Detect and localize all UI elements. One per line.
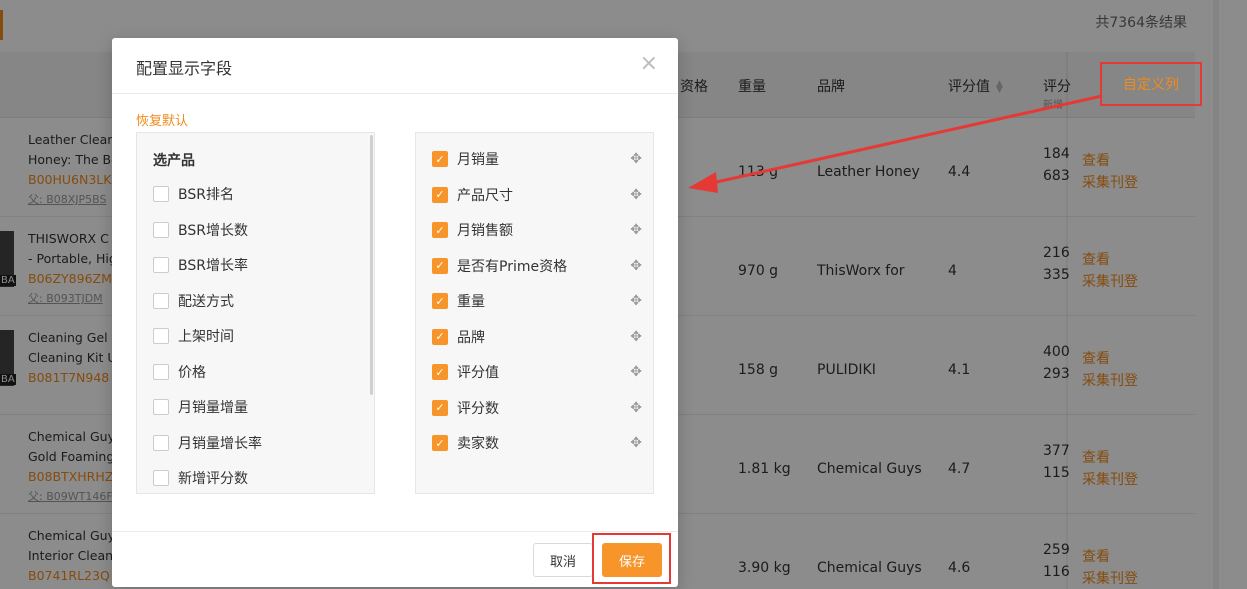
checkbox[interactable] xyxy=(153,434,169,451)
available-field-option[interactable]: 月销量增量 xyxy=(153,397,248,417)
checkbox-checked[interactable]: ✓ xyxy=(432,186,448,203)
drag-handle-icon[interactable]: ✥ xyxy=(630,400,642,416)
checkbox[interactable] xyxy=(153,292,169,309)
field-label: 评分数 xyxy=(457,400,499,417)
drag-handle-icon[interactable]: ✥ xyxy=(630,329,642,345)
selected-field-item[interactable]: ✓ 评分数 ✥ xyxy=(432,398,642,418)
available-field-option[interactable]: 月销量增长率 xyxy=(153,433,262,453)
available-field-option[interactable]: BSR排名 xyxy=(153,184,234,204)
checkbox[interactable] xyxy=(153,328,169,344)
checkbox[interactable] xyxy=(153,470,169,486)
field-label: 价格 xyxy=(178,364,206,381)
checkbox[interactable] xyxy=(153,221,169,238)
available-field-option[interactable]: 新增评分数 xyxy=(153,468,248,488)
field-label: BSR排名 xyxy=(178,187,234,203)
field-label: 月销量增量 xyxy=(178,400,248,416)
selected-field-item[interactable]: ✓ 月销售额 ✥ xyxy=(432,220,642,240)
available-field-option[interactable]: BSR增长数 xyxy=(153,220,248,240)
drag-handle-icon[interactable]: ✥ xyxy=(630,435,642,451)
checkbox-checked[interactable]: ✓ xyxy=(432,399,448,416)
selected-fields-panel: ✓ 月销量 ✥ ✓ 产品尺寸 ✥ ✓ 月销售额 ✥ ✓ 是否有Prime资格 ✥ ✓ 重量 ✥ ✓ 品牌 ✥ ✓ 评分… xyxy=(415,132,654,494)
checkbox-checked[interactable]: ✓ xyxy=(432,293,448,309)
drag-handle-icon[interactable]: ✥ xyxy=(630,187,642,203)
field-label: 品牌 xyxy=(457,329,485,346)
drag-handle-icon[interactable]: ✥ xyxy=(630,364,642,380)
checkbox-checked[interactable]: ✓ xyxy=(432,257,448,274)
checkbox-checked[interactable]: ✓ xyxy=(432,435,448,451)
selected-field-item[interactable]: ✓ 重量 ✥ xyxy=(432,291,642,311)
checkbox-checked[interactable]: ✓ xyxy=(432,328,448,345)
field-label: BSR增长率 xyxy=(178,258,248,274)
checkbox-checked[interactable]: ✓ xyxy=(432,364,448,380)
drag-handle-icon[interactable]: ✥ xyxy=(630,222,642,238)
restore-default-link[interactable]: 恢复默认 xyxy=(136,110,188,129)
selected-field-item[interactable]: ✓ 产品尺寸 ✥ xyxy=(432,185,642,205)
save-button-highlight xyxy=(592,533,671,584)
available-field-option[interactable]: 配送方式 xyxy=(153,291,234,311)
selected-field-item[interactable]: ✓ 品牌 ✥ xyxy=(432,327,642,347)
checkbox[interactable] xyxy=(153,399,169,415)
custom-columns-button[interactable]: 自定义列 xyxy=(1100,62,1202,106)
field-label: 上架时间 xyxy=(178,329,234,345)
field-label: 新增评分数 xyxy=(178,471,248,487)
group-title: 选产品 xyxy=(153,153,195,169)
selected-field-item[interactable]: ✓ 月销量 ✥ xyxy=(432,149,642,169)
field-label: 重量 xyxy=(457,294,485,310)
field-label: 是否有Prime资格 xyxy=(457,258,568,275)
dialog-header: 配置显示字段 × xyxy=(112,38,678,94)
selected-field-item[interactable]: ✓ 是否有Prime资格 ✥ xyxy=(432,256,642,276)
drag-handle-icon[interactable]: ✥ xyxy=(630,293,642,309)
dialog-title: 配置显示字段 xyxy=(136,59,233,78)
checkbox-checked[interactable]: ✓ xyxy=(432,222,448,238)
checkbox[interactable] xyxy=(153,257,169,273)
available-fields-panel: 选产品 BSR排名 BSR增长数 BSR增长率 配送方式上架时间价格月销量增量月销量增… xyxy=(136,132,375,494)
cancel-button[interactable]: 取消 xyxy=(533,543,593,577)
field-label: 产品尺寸 xyxy=(457,187,513,204)
selected-field-item[interactable]: ✓ 评分值 ✥ xyxy=(432,362,642,382)
field-label: 卖家数 xyxy=(457,436,499,452)
field-label: BSR增长数 xyxy=(178,222,248,239)
available-field-option[interactable]: 上架时间 xyxy=(153,326,234,346)
drag-handle-icon[interactable]: ✥ xyxy=(630,258,642,274)
field-label: 月销量增长率 xyxy=(178,435,262,452)
checkbox[interactable] xyxy=(153,186,169,202)
checkbox-checked[interactable]: ✓ xyxy=(432,151,448,167)
checkbox[interactable] xyxy=(153,363,169,380)
available-field-option[interactable]: BSR增长率 xyxy=(153,255,248,275)
drag-handle-icon[interactable]: ✥ xyxy=(630,151,642,167)
field-label: 月销售额 xyxy=(457,223,513,239)
close-icon[interactable]: × xyxy=(640,51,658,76)
field-label: 月销量 xyxy=(457,152,499,168)
selected-field-item[interactable]: ✓ 卖家数 ✥ xyxy=(432,433,642,453)
panel-scrollbar[interactable] xyxy=(370,135,373,395)
field-label: 配送方式 xyxy=(178,293,234,310)
field-label: 评分值 xyxy=(457,365,499,381)
available-field-option[interactable]: 价格 xyxy=(153,362,206,382)
configure-fields-dialog: 配置显示字段 × 恢复默认 选产品 BSR排名 BSR增长数 BSR增长率 配送方式上… xyxy=(112,38,678,587)
